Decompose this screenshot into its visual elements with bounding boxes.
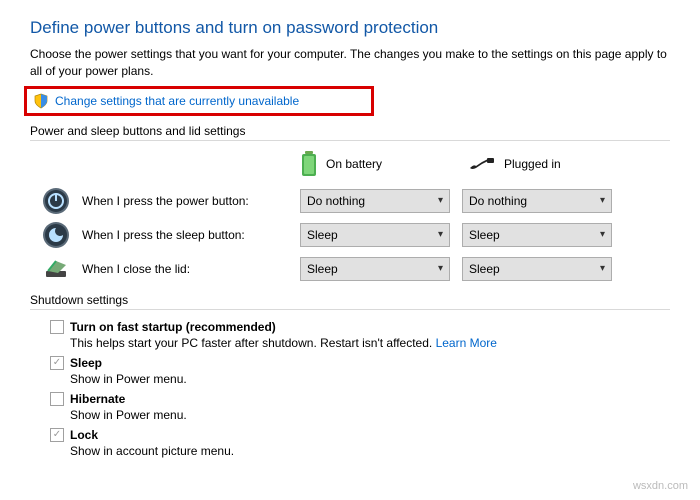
sleep-button-icon — [42, 221, 70, 249]
lock-sub: Show in account picture menu. — [70, 444, 670, 458]
sleep-sub: Show in Power menu. — [70, 372, 670, 386]
change-settings-link[interactable]: Change settings that are currently unava… — [55, 94, 299, 108]
dropdown-value: Do nothing — [307, 194, 365, 208]
watermark: wsxdn.com — [633, 480, 688, 492]
power-button-row: When I press the power button: Do nothin… — [30, 187, 670, 215]
dropdown-value: Sleep — [307, 228, 338, 242]
lid-plugged-dropdown[interactable]: Sleep ▾ — [462, 257, 612, 281]
sleep-button-label: When I press the sleep button: — [82, 228, 300, 242]
plugged-label: Plugged in — [504, 157, 561, 171]
sleep-item: ✓ Sleep Show in Power menu. — [50, 356, 670, 386]
hibernate-item: Hibernate Show in Power menu. — [50, 392, 670, 422]
lock-checkbox[interactable]: ✓ — [50, 428, 64, 442]
lock-label: Lock — [70, 428, 98, 442]
change-settings-row[interactable]: Change settings that are currently unava… — [24, 86, 374, 116]
chevron-down-icon: ▾ — [600, 263, 605, 274]
power-button-label: When I press the power button: — [82, 194, 300, 208]
fast-startup-sub: This helps start your PC faster after sh… — [70, 336, 670, 350]
lid-icon — [42, 255, 70, 283]
power-button-plugged-dropdown[interactable]: Do nothing ▾ — [462, 189, 612, 213]
chevron-down-icon: ▾ — [438, 229, 443, 240]
sleep-label: Sleep — [70, 356, 102, 370]
sleep-button-plugged-dropdown[interactable]: Sleep ▾ — [462, 223, 612, 247]
sleep-button-battery-dropdown[interactable]: Sleep ▾ — [300, 223, 450, 247]
power-buttons-section-header: Power and sleep buttons and lid settings — [30, 124, 670, 141]
fast-startup-item: Turn on fast startup (recommended) This … — [50, 320, 670, 350]
hibernate-checkbox[interactable] — [50, 392, 64, 406]
lid-label: When I close the lid: — [82, 262, 300, 276]
fast-startup-checkbox[interactable] — [50, 320, 64, 334]
dropdown-value: Sleep — [469, 228, 500, 242]
battery-icon — [300, 151, 318, 177]
plugged-column-header: Plugged in — [468, 156, 628, 172]
columns-header: On battery Plugged in — [300, 151, 670, 177]
sleep-button-row: When I press the sleep button: Sleep ▾ S… — [30, 221, 670, 249]
chevron-down-icon: ▾ — [438, 263, 443, 274]
fast-startup-label: Turn on fast startup (recommended) — [70, 320, 276, 334]
chevron-down-icon: ▾ — [438, 195, 443, 206]
hibernate-sub: Show in Power menu. — [70, 408, 670, 422]
plug-icon — [468, 156, 496, 172]
learn-more-link[interactable]: Learn More — [436, 336, 497, 350]
sleep-checkbox[interactable]: ✓ — [50, 356, 64, 370]
shutdown-section-header: Shutdown settings — [30, 293, 670, 310]
power-button-icon — [42, 187, 70, 215]
chevron-down-icon: ▾ — [600, 195, 605, 206]
hibernate-label: Hibernate — [70, 392, 125, 406]
lock-item: ✓ Lock Show in account picture menu. — [50, 428, 670, 458]
battery-column-header: On battery — [300, 151, 460, 177]
dropdown-value: Sleep — [307, 262, 338, 276]
dropdown-value: Do nothing — [469, 194, 527, 208]
chevron-down-icon: ▾ — [600, 229, 605, 240]
dropdown-value: Sleep — [469, 262, 500, 276]
shield-icon — [33, 93, 49, 109]
lid-row: When I close the lid: Sleep ▾ Sleep ▾ — [30, 255, 670, 283]
page-title: Define power buttons and turn on passwor… — [30, 18, 670, 38]
page-description: Choose the power settings that you want … — [30, 46, 670, 80]
power-button-battery-dropdown[interactable]: Do nothing ▾ — [300, 189, 450, 213]
battery-label: On battery — [326, 157, 382, 171]
lid-battery-dropdown[interactable]: Sleep ▾ — [300, 257, 450, 281]
